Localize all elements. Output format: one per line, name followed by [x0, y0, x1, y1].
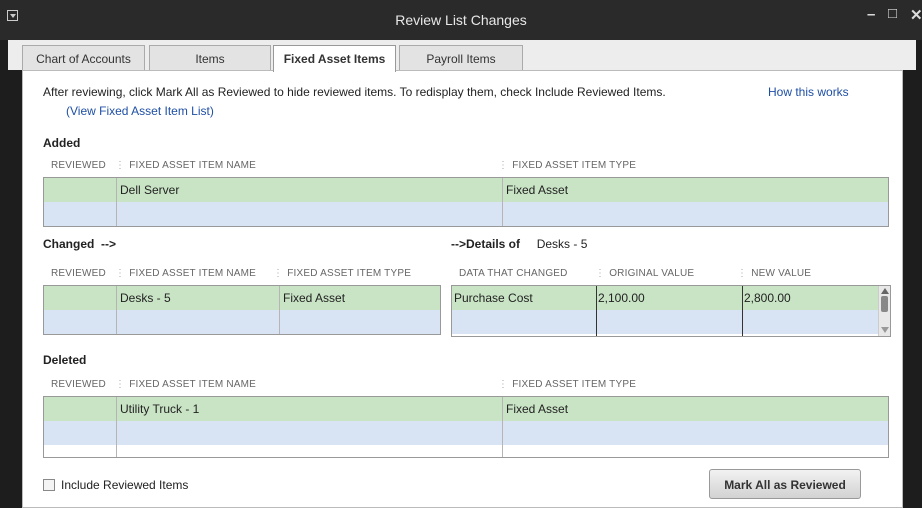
details-table: Purchase Cost 2,100.00 2,800.00 [451, 285, 891, 337]
item-type-cell: Fixed Asset [506, 183, 569, 197]
review-panel: After reviewing, click Mark All as Revie… [22, 70, 903, 508]
deleted-col-type: ⋮ FIXED ASSET ITEM TYPE [498, 379, 637, 390]
deleted-section-title: Deleted [43, 353, 87, 367]
column-divider [116, 286, 117, 334]
item-name-cell: Utility Truck - 1 [120, 402, 200, 416]
view-fixed-asset-list-link[interactable]: (View Fixed Asset Item List) [66, 104, 214, 118]
scroll-thumb[interactable] [881, 296, 888, 312]
details-col-data: DATA THAT CHANGED [459, 268, 568, 279]
mark-all-reviewed-button[interactable]: Mark All as Reviewed [709, 469, 861, 499]
changed-col-type: ⋮ FIXED ASSET ITEM TYPE [273, 268, 412, 279]
deleted-table: Utility Truck - 1 Fixed Asset [43, 396, 889, 458]
details-scrollbar[interactable] [878, 286, 890, 336]
window-titlebar: Review List Changes – □ ✕ [0, 0, 922, 40]
column-divider [596, 286, 597, 336]
added-col-name: ⋮ FIXED ASSET ITEM NAME [115, 160, 257, 171]
include-reviewed-label[interactable]: Include Reviewed Items [61, 478, 188, 492]
changed-section-title: Changed --> [43, 237, 117, 251]
data-changed-cell: Purchase Cost [454, 291, 533, 305]
item-type-cell: Fixed Asset [283, 291, 346, 305]
details-title: -->Details of Desks - 5 [451, 237, 588, 251]
table-row[interactable] [452, 310, 878, 334]
changed-col-reviewed: REVIEWED [51, 268, 106, 279]
minimize-icon[interactable]: – [867, 6, 875, 23]
deleted-col-reviewed: REVIEWED [51, 379, 106, 390]
deleted-col-name: ⋮ FIXED ASSET ITEM NAME [115, 379, 257, 390]
column-divider [116, 397, 117, 457]
item-name-cell: Dell Server [120, 183, 180, 197]
details-col-new: ⋮ NEW VALUE [737, 268, 812, 279]
added-section-title: Added [43, 136, 81, 150]
tab-chart-of-accounts[interactable]: Chart of Accounts [22, 45, 145, 71]
tab-payroll-items[interactable]: Payroll Items [399, 45, 523, 71]
changed-col-name: ⋮ FIXED ASSET ITEM NAME [115, 268, 257, 279]
table-row[interactable]: Dell Server Fixed Asset [44, 178, 888, 202]
added-col-type: ⋮ FIXED ASSET ITEM TYPE [498, 160, 637, 171]
column-divider [502, 397, 503, 457]
tab-fixed-asset-items[interactable]: Fixed Asset Items [273, 45, 396, 72]
include-reviewed-checkbox[interactable] [43, 479, 55, 491]
column-divider [116, 178, 117, 226]
table-row[interactable]: Purchase Cost 2,100.00 2,800.00 [452, 286, 878, 310]
tab-items[interactable]: Items [149, 45, 271, 71]
table-row[interactable] [44, 310, 440, 334]
instructions-text: After reviewing, click Mark All as Revie… [43, 85, 666, 99]
close-icon[interactable]: ✕ [910, 6, 922, 24]
changed-table: Desks - 5 Fixed Asset [43, 285, 441, 335]
table-row[interactable]: Desks - 5 Fixed Asset [44, 286, 440, 310]
maximize-icon[interactable]: □ [888, 5, 897, 22]
details-col-original: ⋮ ORIGINAL VALUE [595, 268, 695, 279]
table-row[interactable]: Utility Truck - 1 Fixed Asset [44, 397, 888, 421]
how-this-works-link[interactable]: How this works [768, 85, 849, 99]
column-divider [742, 286, 743, 336]
item-name-cell: Desks - 5 [120, 291, 171, 305]
new-value-cell: 2,800.00 [744, 291, 791, 305]
original-value-cell: 2,100.00 [598, 291, 645, 305]
table-row[interactable] [44, 202, 888, 226]
added-col-reviewed: REVIEWED [51, 160, 106, 171]
scroll-down-icon[interactable] [881, 327, 889, 333]
tab-strip: Chart of Accounts Items Fixed Asset Item… [8, 40, 916, 72]
item-type-cell: Fixed Asset [506, 402, 569, 416]
column-divider [502, 178, 503, 226]
added-table: Dell Server Fixed Asset [43, 177, 889, 227]
table-row[interactable] [44, 421, 888, 445]
column-divider [279, 286, 280, 334]
scroll-up-icon[interactable] [881, 288, 889, 294]
window-title: Review List Changes [395, 12, 527, 28]
